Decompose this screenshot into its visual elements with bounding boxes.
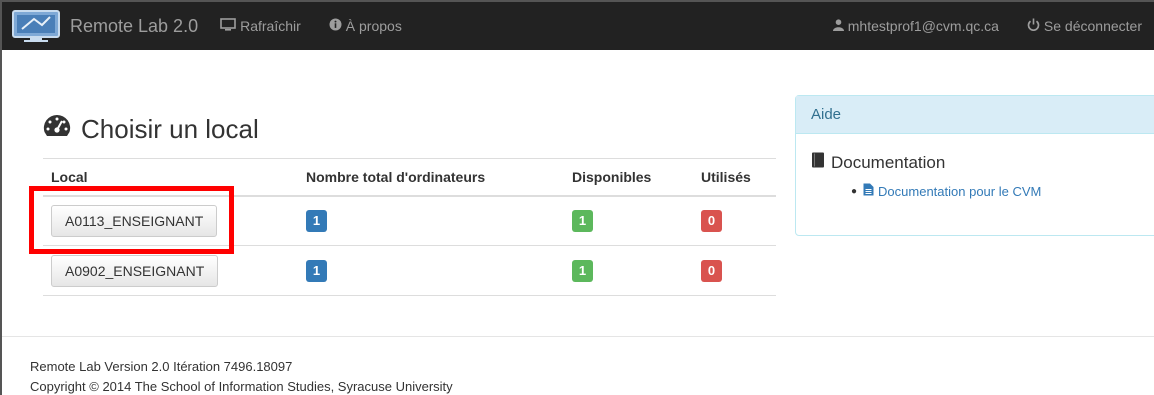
user-icon <box>832 18 844 34</box>
about-link[interactable]: À propos <box>329 18 402 34</box>
footer-divider <box>2 336 1154 337</box>
col-local: Local <box>43 158 298 197</box>
refresh-link[interactable]: Rafraîchir <box>220 18 301 34</box>
available-badge: 1 <box>572 209 593 232</box>
book-icon <box>811 152 825 173</box>
power-icon <box>1027 18 1040 34</box>
table-row: A0113_ENSEIGNANT 1 1 0 <box>43 195 776 246</box>
footer: Remote Lab Version 2.0 Itération 7496.18… <box>30 357 453 395</box>
brand-title: Remote Lab 2.0 <box>70 15 199 36</box>
help-panel-heading: Aide <box>796 96 1154 134</box>
logout-label: Se déconnecter <box>1043 18 1142 34</box>
cell-available: 1 <box>564 195 693 246</box>
user-link[interactable]: mhtestprof1@cvm.qc.ca <box>832 18 999 34</box>
documentation-link[interactable]: Documentation pour le CVM <box>878 184 1041 199</box>
col-total: Nombre total d'ordinateurs <box>298 158 564 197</box>
used-badge: 0 <box>701 259 722 282</box>
local-button-a0902[interactable]: A0902_ENSEIGNANT <box>51 254 219 287</box>
help-panel: Aide Documentation ● Documentation pour … <box>795 95 1154 236</box>
bullet: ● <box>851 185 858 197</box>
top-navbar: Remote Lab 2.0 Rafraîchir À propos mhtes… <box>2 2 1154 50</box>
total-badge: 1 <box>306 209 327 232</box>
cell-used: 0 <box>693 245 776 296</box>
locals-table: Local Nombre total d'ordinateurs Disponi… <box>43 158 776 296</box>
version-text: Remote Lab Version 2.0 Itération 7496.18… <box>30 359 293 374</box>
available-badge: 1 <box>572 259 593 282</box>
copyright-text: Copyright © 2014 The School of Informati… <box>30 379 453 394</box>
user-label: mhtestprof1@cvm.qc.ca <box>847 18 999 34</box>
about-label: À propos <box>345 18 402 34</box>
cell-local: A0902_ENSEIGNANT <box>43 245 298 296</box>
cell-available: 1 <box>564 245 693 296</box>
page-title-text: Choisir un local <box>81 114 259 144</box>
file-text-icon <box>863 183 874 199</box>
local-button-a0113[interactable]: A0113_ENSEIGNANT <box>51 204 218 237</box>
cell-total: 1 <box>298 245 564 296</box>
documentation-heading: Documentation <box>811 152 1154 173</box>
col-available: Disponibles <box>564 158 693 197</box>
logout-link[interactable]: Se déconnecter <box>1027 18 1142 34</box>
help-panel-body: Documentation ● Documentation pour le CV… <box>796 134 1154 199</box>
navbar-right: mhtestprof1@cvm.qc.ca Se déconnecter <box>805 18 1154 34</box>
cell-local: A0113_ENSEIGNANT <box>43 195 298 246</box>
col-used: Utilisés <box>693 158 776 197</box>
used-badge: 0 <box>701 209 722 232</box>
documentation-list: ● Documentation pour le CVM <box>811 183 1154 199</box>
cell-total: 1 <box>298 195 564 246</box>
total-badge: 1 <box>306 259 327 282</box>
info-circle-icon <box>329 18 342 34</box>
table-header-row: Local Nombre total d'ordinateurs Disponi… <box>43 158 776 197</box>
page-title: Choisir un local <box>43 113 259 146</box>
documentation-title: Documentation <box>831 152 946 172</box>
monitor-icon <box>220 18 236 34</box>
brand[interactable]: Remote Lab 2.0 <box>2 2 220 50</box>
table-row: A0902_ENSEIGNANT 1 1 0 <box>43 245 776 296</box>
remote-lab-logo-icon <box>12 9 60 43</box>
dashboard-icon <box>43 113 71 146</box>
refresh-label: Rafraîchir <box>240 18 301 34</box>
cell-used: 0 <box>693 195 776 246</box>
list-item[interactable]: ● Documentation pour le CVM <box>851 183 1154 199</box>
